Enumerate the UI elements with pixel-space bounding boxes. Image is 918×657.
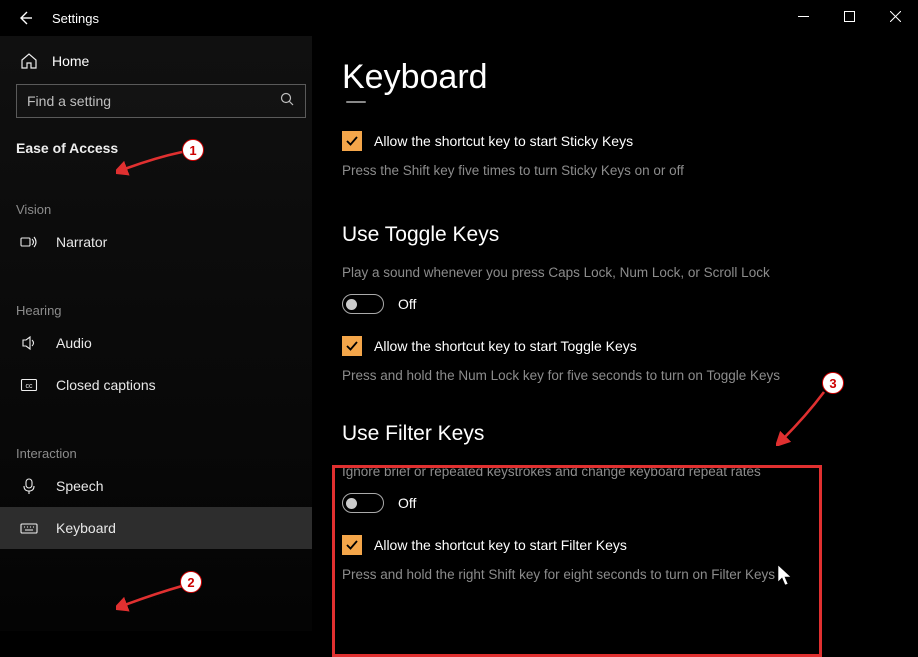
toggle-keys-desc2: Press and hold the Num Lock key for five… xyxy=(342,366,782,386)
title-underline xyxy=(346,101,366,103)
toggle-keys-state: Off xyxy=(398,296,416,312)
audio-icon xyxy=(20,334,38,352)
minimize-button[interactable] xyxy=(780,0,826,32)
toggle-keys-shortcut-checkbox[interactable] xyxy=(342,336,362,356)
sidebar-item-keyboard[interactable]: Keyboard xyxy=(0,507,312,549)
keyboard-icon xyxy=(20,519,38,537)
toggle-keys-toggle[interactable] xyxy=(342,294,384,314)
check-icon xyxy=(345,339,359,353)
toggle-knob xyxy=(346,498,357,509)
sidebar: Home Find a setting Ease of Access Visio… xyxy=(0,36,312,631)
toggle-keys-shortcut-label: Allow the shortcut key to start Toggle K… xyxy=(374,338,637,354)
sticky-keys-shortcut-checkbox-row: Allow the shortcut key to start Sticky K… xyxy=(342,131,890,151)
group-interaction: Interaction xyxy=(16,446,300,461)
main-content: Keyboard Allow the shortcut key to start… xyxy=(312,36,918,631)
toggle-knob xyxy=(346,299,357,310)
sidebar-item-label: Speech xyxy=(56,478,103,494)
sticky-keys-desc: Press the Shift key five times to turn S… xyxy=(342,161,782,181)
home-label: Home xyxy=(52,53,89,69)
filter-keys-shortcut-checkbox-row: Allow the shortcut key to start Filter K… xyxy=(342,535,890,555)
group-vision: Vision xyxy=(16,202,300,217)
filter-keys-state: Off xyxy=(398,495,416,511)
narrator-icon xyxy=(20,233,38,251)
check-icon xyxy=(345,538,359,552)
filter-keys-shortcut-checkbox[interactable] xyxy=(342,535,362,555)
page-title: Keyboard xyxy=(342,58,890,97)
group-hearing: Hearing xyxy=(16,303,300,318)
check-icon xyxy=(345,134,359,148)
sidebar-item-label: Audio xyxy=(56,335,92,351)
sidebar-item-closed-captions[interactable]: cc Closed captions xyxy=(16,364,300,406)
window-title: Settings xyxy=(52,11,99,26)
filter-keys-desc: Ignore brief or repeated keystrokes and … xyxy=(342,462,822,482)
back-arrow-icon xyxy=(17,10,33,26)
sticky-keys-shortcut-checkbox[interactable] xyxy=(342,131,362,151)
sidebar-item-narrator[interactable]: Narrator xyxy=(16,221,300,263)
sidebar-item-speech[interactable]: Speech xyxy=(16,465,300,507)
search-placeholder: Find a setting xyxy=(27,93,111,109)
sidebar-item-audio[interactable]: Audio xyxy=(16,322,300,364)
filter-keys-heading: Use Filter Keys xyxy=(342,422,890,446)
sidebar-home[interactable]: Home xyxy=(16,46,300,84)
sidebar-item-label: Keyboard xyxy=(56,520,116,536)
sticky-keys-shortcut-label: Allow the shortcut key to start Sticky K… xyxy=(374,133,633,149)
closed-captions-icon: cc xyxy=(20,376,38,394)
toggle-keys-shortcut-checkbox-row: Allow the shortcut key to start Toggle K… xyxy=(342,336,890,356)
window-controls xyxy=(780,0,918,32)
home-icon xyxy=(20,52,38,70)
search-input[interactable]: Find a setting xyxy=(16,84,306,118)
filter-keys-desc2: Press and hold the right Shift key for e… xyxy=(342,565,822,585)
titlebar: Settings xyxy=(0,0,918,36)
sidebar-item-label: Closed captions xyxy=(56,377,156,393)
filter-keys-shortcut-label: Allow the shortcut key to start Filter K… xyxy=(374,537,627,553)
svg-text:cc: cc xyxy=(26,383,34,390)
maximize-button[interactable] xyxy=(826,0,872,32)
toggle-keys-heading: Use Toggle Keys xyxy=(342,223,890,247)
sidebar-category: Ease of Access xyxy=(16,140,300,156)
search-icon xyxy=(280,92,295,110)
sidebar-item-label: Narrator xyxy=(56,234,107,250)
filter-keys-toggle[interactable] xyxy=(342,493,384,513)
back-button[interactable] xyxy=(4,0,46,36)
toggle-keys-desc: Play a sound whenever you press Caps Loc… xyxy=(342,263,782,283)
speech-icon xyxy=(20,477,38,495)
close-button[interactable] xyxy=(872,0,918,32)
